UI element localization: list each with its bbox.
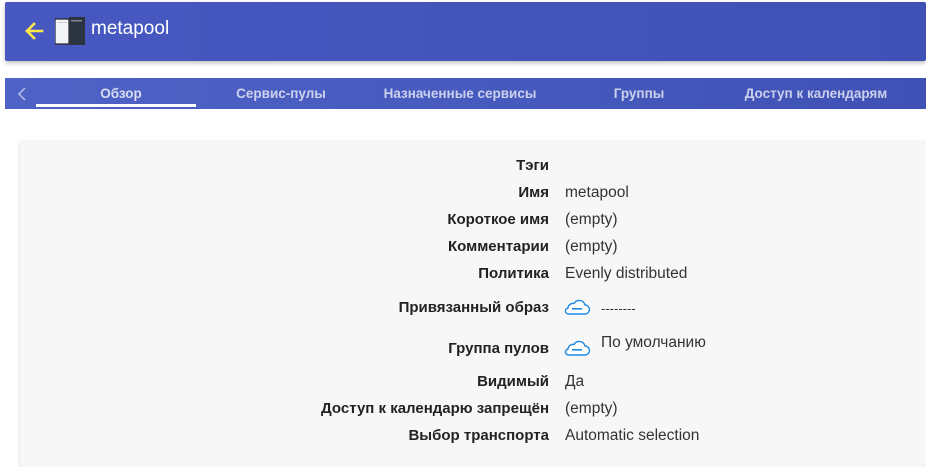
detail-row-calendar-denied: Доступ к календарю запрещён (empty) — [20, 396, 926, 423]
detail-value: (empty) — [565, 211, 618, 228]
detail-label: Выбор транспорта — [408, 427, 549, 444]
detail-value: Да — [565, 373, 585, 390]
cloud-icon — [564, 299, 591, 315]
detail-row-short-name: Короткое имя (empty) — [20, 207, 926, 234]
pool-icon — [55, 17, 85, 45]
detail-value: (empty) — [565, 400, 618, 417]
active-tab-indicator — [36, 104, 196, 107]
back-button[interactable] — [23, 20, 45, 42]
detail-label: Комментарии — [447, 238, 549, 255]
tab-assigned-services[interactable]: Назначенные сервисы — [361, 78, 559, 109]
detail-label: Доступ к календарю запрещён — [321, 400, 549, 417]
details-card: Тэги Имя metapool Короткое имя (empty) К… — [20, 141, 926, 467]
detail-row-name: Имя metapool — [20, 180, 926, 207]
tab-groups[interactable]: Группы — [559, 78, 719, 109]
detail-row-comments: Комментарии (empty) — [20, 234, 926, 261]
tab-calendar-access[interactable]: Доступ к календарям — [719, 78, 913, 109]
tab-service-pools[interactable]: Сервис-пулы — [201, 78, 361, 109]
app-header: metapool — [5, 2, 926, 61]
detail-row-tags: Тэги — [20, 153, 926, 180]
detail-label: Видимый — [477, 373, 549, 390]
detail-label: Короткое имя — [447, 211, 549, 228]
tab-scroll-prev-button[interactable] — [5, 78, 39, 109]
detail-value: Evenly distributed — [565, 265, 688, 282]
detail-value: metapool — [565, 184, 629, 201]
chevron-left-icon — [17, 86, 26, 101]
app-title: metapool — [91, 18, 170, 39]
detail-value: -------- — [601, 301, 636, 316]
cloud-icon — [564, 340, 591, 356]
detail-value: Automatic selection — [565, 427, 700, 444]
arrow-left-icon — [25, 22, 44, 40]
detail-label: Группа пулов — [448, 340, 549, 357]
detail-label: Привязанный образ — [398, 299, 549, 316]
detail-row-bound-image: Привязанный образ -------- — [20, 295, 926, 322]
detail-label: Тэги — [516, 157, 549, 174]
detail-label: Имя — [518, 184, 549, 201]
detail-row-pool-group: Группа пулов По умолчанию — [20, 334, 926, 363]
detail-value: По умолчанию — [601, 334, 706, 351]
detail-row-transport: Выбор транспорта Automatic selection — [20, 423, 926, 450]
detail-label: Политика — [478, 265, 549, 282]
detail-row-policy: Политика Evenly distributed — [20, 261, 926, 288]
detail-value: (empty) — [565, 238, 618, 255]
detail-row-visible: Видимый Да — [20, 369, 926, 396]
